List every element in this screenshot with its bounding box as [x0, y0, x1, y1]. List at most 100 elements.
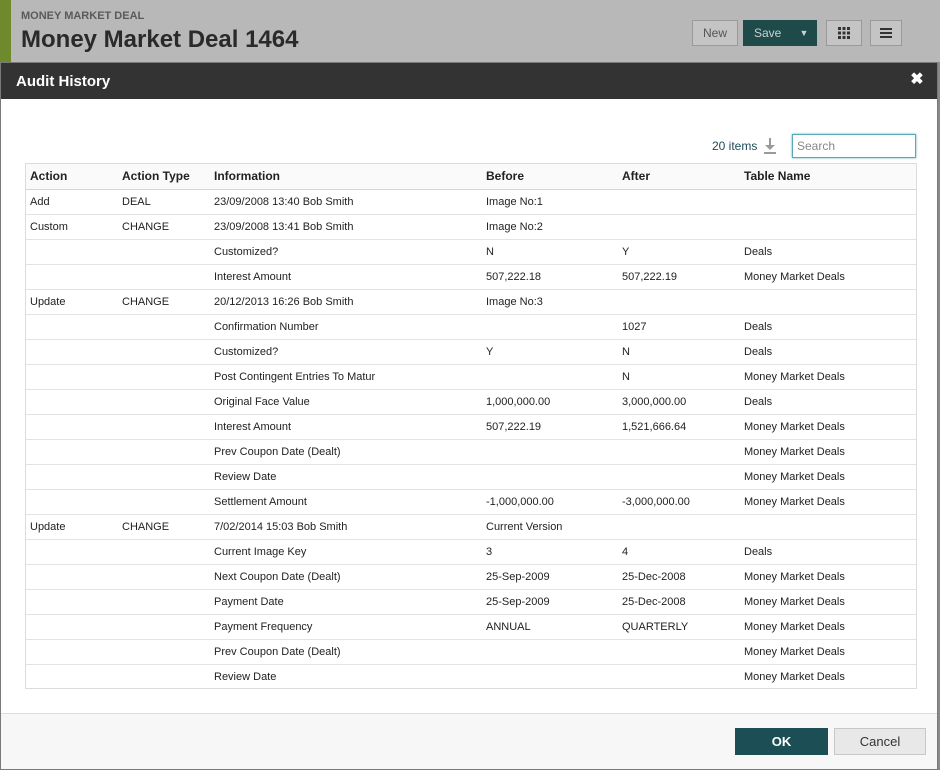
- table-cell: ANNUAL: [482, 614, 618, 640]
- table-header-row: Action Action Type Information Before After T…: [26, 164, 916, 190]
- table-cell: Customized?: [210, 339, 482, 365]
- table-cell: QUARTERLY: [618, 614, 740, 640]
- table-cell: Interest Amount: [210, 264, 482, 290]
- table-cell: Settlement Amount: [210, 489, 482, 515]
- table-cell: Deals: [740, 339, 916, 365]
- table-row[interactable]: Prev Coupon Date (Dealt) Money Market Dea…: [26, 639, 916, 665]
- table-cell: Money Market Deals: [740, 564, 916, 590]
- table-row[interactable]: Customized? Y N Deals: [26, 339, 916, 365]
- column-header[interactable]: Information: [210, 164, 482, 190]
- table-row[interactable]: Review Date Money Market Deals: [26, 464, 916, 490]
- table-cell: Money Market Deals: [740, 264, 916, 290]
- table-cell: Money Market Deals: [740, 364, 916, 390]
- table-cell: [26, 364, 118, 390]
- table-row[interactable]: Next Coupon Date (Dealt) 25-Sep-2009 25-De…: [26, 564, 916, 590]
- table-cell: Prev Coupon Date (Dealt): [210, 639, 482, 665]
- audit-table: Action Action Type Information Before After T…: [26, 164, 916, 688]
- table-cell: [618, 214, 740, 240]
- table-cell: [26, 314, 118, 340]
- ok-button[interactable]: OK: [735, 728, 828, 755]
- table-cell: [118, 464, 210, 490]
- table-cell: Deals: [740, 314, 916, 340]
- table-row[interactable]: Customized? N Y Deals: [26, 239, 916, 265]
- table-cell: [618, 464, 740, 490]
- table-cell: [118, 339, 210, 365]
- table-cell: Current Version: [482, 514, 618, 540]
- table-cell: [618, 514, 740, 540]
- table-row[interactable]: Add DEAL 23/09/2008 13:40 Bob Smith Image N…: [26, 189, 916, 215]
- table-cell: [26, 264, 118, 290]
- table-cell: Money Market Deals: [744, 670, 845, 683]
- accent-bar: [0, 0, 11, 62]
- table-cell: [118, 439, 210, 465]
- column-header[interactable]: Before: [482, 164, 618, 190]
- download-icon[interactable]: [763, 137, 777, 155]
- table-cell: [482, 314, 618, 340]
- chevron-down-icon: ▼: [799, 28, 809, 38]
- table-row[interactable]: Original Face Value 1,000,000.00 3,000,000…: [26, 389, 916, 415]
- table-cell: 25-Sep-2009: [482, 564, 618, 590]
- menu-button: [870, 20, 902, 46]
- table-cell: Deals: [740, 389, 916, 415]
- table-cell: [26, 239, 118, 265]
- table-row[interactable]: Confirmation Number 1027 Deals: [26, 314, 916, 340]
- table-cell: 23/09/2008 13:40 Bob Smith: [210, 189, 482, 215]
- table-row[interactable]: Post Contingent Entries To Matur N Money M…: [26, 364, 916, 390]
- table-row[interactable]: Interest Amount 507,222.19 1,521,666.64 Mon…: [26, 414, 916, 440]
- table-cell: [618, 639, 740, 665]
- search-input[interactable]: [792, 134, 916, 158]
- table-row[interactable]: Custom CHANGE 23/09/2008 13:41 Bob Smith Im…: [26, 214, 916, 240]
- table-cell: [740, 189, 916, 215]
- cancel-button[interactable]: Cancel: [834, 728, 926, 755]
- column-header[interactable]: Table Name: [740, 164, 916, 190]
- page-title: Money Market Deal 1464: [21, 26, 299, 53]
- table-row[interactable]: Update CHANGE 20/12/2013 16:26 Bob Smith Im…: [26, 289, 916, 315]
- table-cell: [118, 264, 210, 290]
- table-cell: N: [618, 339, 740, 365]
- table-cell: Deals: [740, 239, 916, 265]
- column-header[interactable]: Action Type: [118, 164, 210, 190]
- table-row[interactable]: Review Date Money Market Deals: [26, 664, 916, 688]
- table-cell: Current Image Key: [210, 539, 482, 565]
- table-cell: Y: [482, 339, 618, 365]
- table-cell: CHANGE: [118, 289, 210, 315]
- table-cell: [618, 439, 740, 465]
- table-cell: Review Date: [210, 464, 482, 490]
- table-cell: Confirmation Number: [210, 314, 482, 340]
- table-cell: N: [618, 364, 740, 390]
- table-cell: 4: [618, 539, 740, 565]
- table-cell: [118, 639, 210, 665]
- table-row[interactable]: Prev Coupon Date (Dealt) Money Market Dea…: [26, 439, 916, 465]
- table-cell: Customized?: [210, 239, 482, 265]
- table-cell: Money Market Deals: [740, 414, 916, 440]
- table-cell: Image No:3: [482, 289, 618, 315]
- column-header[interactable]: Action: [26, 164, 118, 190]
- table-row[interactable]: Payment Date 25-Sep-2009 25-Dec-2008 Money …: [26, 589, 916, 615]
- table-cell: Image No:2: [482, 214, 618, 240]
- table-row[interactable]: Current Image Key 3 4 Deals: [26, 539, 916, 565]
- table-cell: [740, 514, 916, 540]
- table-cell: [26, 639, 118, 665]
- table-row[interactable]: Settlement Amount -1,000,000.00 -3,000,000…: [26, 489, 916, 515]
- new-button: New: [692, 20, 738, 46]
- close-icon[interactable]: ✖: [909, 72, 925, 88]
- table-cell: [118, 589, 210, 615]
- table-cell: [740, 214, 916, 240]
- table-cell: 507,222.18: [482, 264, 618, 290]
- dialog-header: Audit History ✖: [1, 63, 937, 99]
- table-row[interactable]: Update CHANGE 7/02/2014 15:03 Bob Smith Cur…: [26, 514, 916, 540]
- table-cell: [118, 664, 210, 688]
- table-cell: [118, 489, 210, 515]
- table-cell: Update: [26, 289, 118, 315]
- audit-history-dialog: Audit History ✖ 20 items ActionAction Ty…: [0, 62, 938, 770]
- table-cell: Money Market Deals: [740, 639, 916, 665]
- table-cell: [26, 539, 118, 565]
- table-row[interactable]: Payment Frequency ANNUAL QUARTERLY Money Ma…: [26, 614, 916, 640]
- table-cell: N: [482, 239, 618, 265]
- table-cell: 1,000,000.00: [482, 389, 618, 415]
- table-cell: [26, 614, 118, 640]
- column-header[interactable]: After: [618, 164, 740, 190]
- table-cell: Payment Frequency: [210, 614, 482, 640]
- table-cell: CHANGE: [118, 514, 210, 540]
- table-row[interactable]: Interest Amount 507,222.18 507,222.19 Money…: [26, 264, 916, 290]
